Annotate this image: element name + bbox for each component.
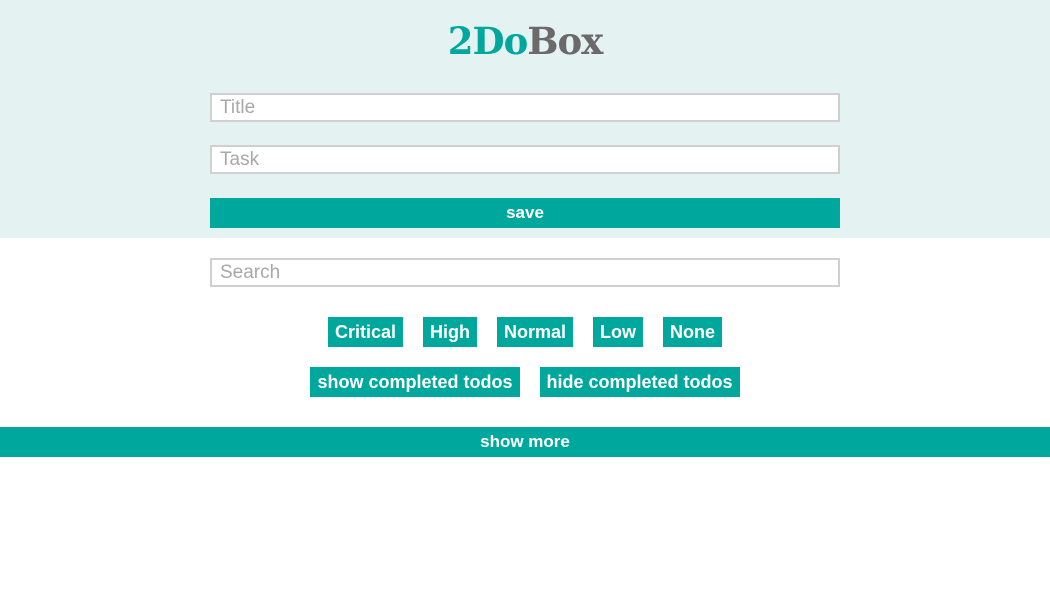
logo-part-2do: 2Do — [447, 19, 529, 63]
filter-critical-button[interactable]: Critical — [327, 317, 403, 347]
filter-high-button[interactable]: High — [423, 317, 477, 347]
title-input[interactable] — [210, 93, 840, 122]
search-input[interactable] — [210, 258, 840, 287]
importance-filter-group: Critical High Normal Low None — [0, 317, 1050, 347]
completed-toggle-group: show completed todos hide completed todo… — [0, 367, 1050, 397]
show-more-button[interactable]: show more — [0, 427, 1050, 457]
header-panel: 2DoBox save — [0, 0, 1050, 238]
hide-completed-button[interactable]: hide completed todos — [539, 367, 740, 397]
filter-normal-button[interactable]: Normal — [497, 317, 574, 347]
task-input[interactable] — [210, 145, 840, 174]
filter-none-button[interactable]: None — [663, 317, 723, 347]
filter-low-button[interactable]: Low — [593, 317, 644, 347]
show-completed-button[interactable]: show completed todos — [310, 367, 520, 397]
app-logo: 2DoBox — [0, 18, 1050, 64]
logo-part-box: Box — [527, 19, 603, 63]
save-button[interactable]: save — [210, 198, 840, 228]
